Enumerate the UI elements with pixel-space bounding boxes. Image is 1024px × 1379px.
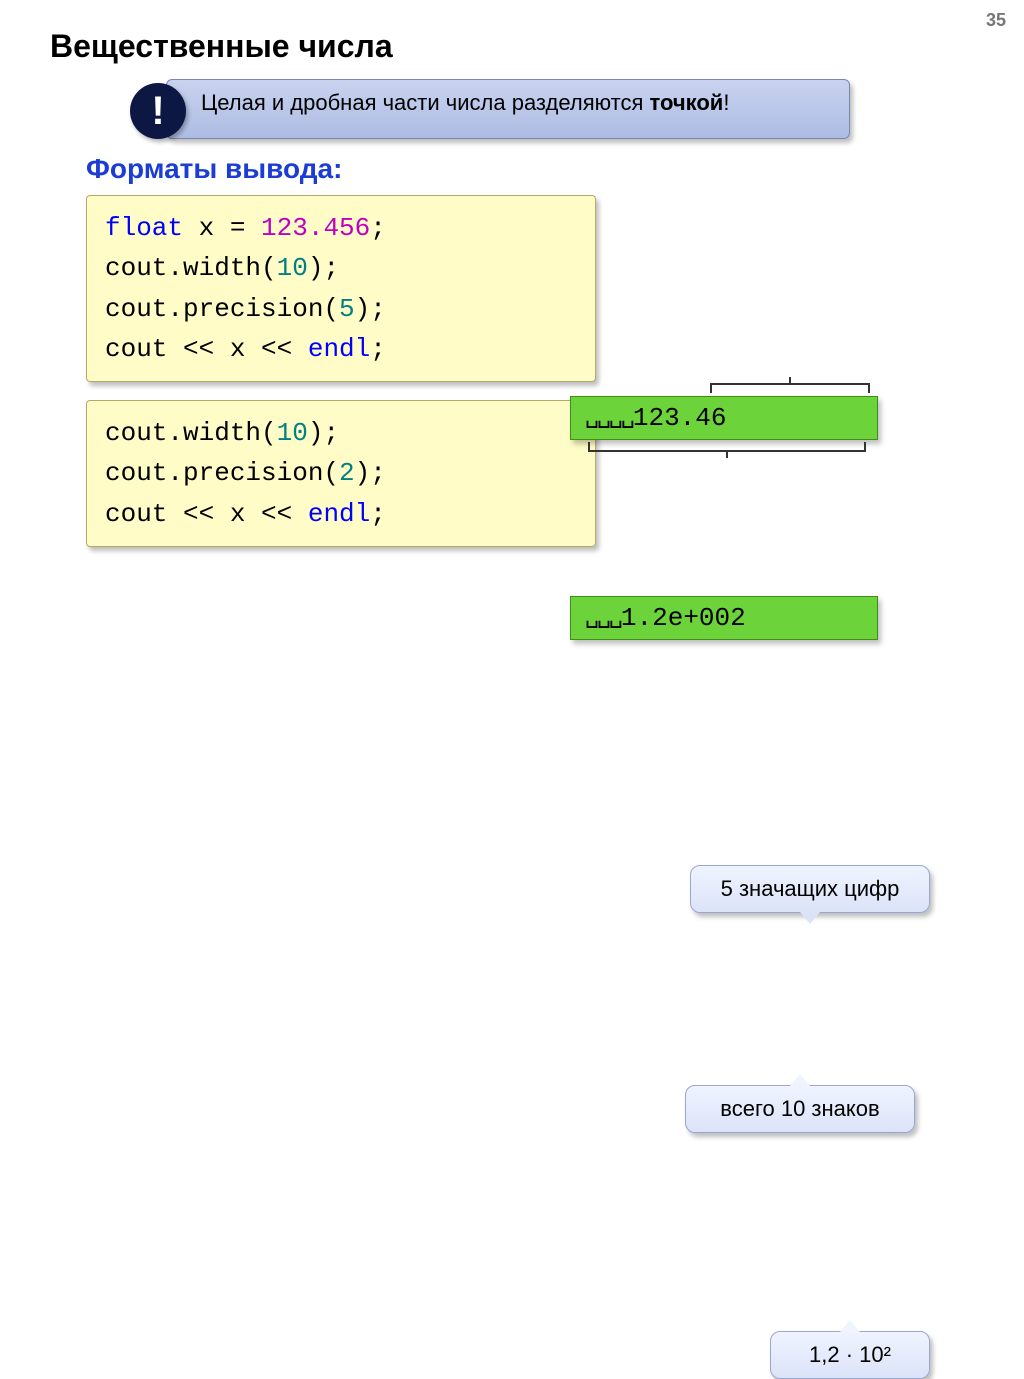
note-strong: точкой: [650, 90, 724, 115]
code-text: );: [308, 418, 339, 448]
note-text: Целая и дробная части числа разделяются: [201, 90, 650, 115]
code-text: cout << x <<: [105, 499, 308, 529]
callout-sig-digits: 5 значащих цифр: [690, 865, 930, 913]
code-text: cout.width(: [105, 418, 277, 448]
code-line: float x = 123.456;: [105, 208, 577, 248]
note-box: Целая и дробная части числа разделяются …: [166, 79, 850, 139]
output-box-2: ␣␣␣1.2e+002: [570, 596, 878, 640]
code-text: );: [308, 253, 339, 283]
code-block-2: cout.width(10); cout.precision(2); cout …: [86, 400, 596, 547]
code-text: cout.precision(: [105, 294, 339, 324]
subheading: Форматы вывода:: [86, 153, 974, 185]
code-arg: 10: [277, 418, 308, 448]
code-text: );: [355, 458, 386, 488]
code-text: x =: [183, 213, 261, 243]
callout-text: всего 10 знаков: [720, 1096, 879, 1121]
code-block-1: float x = 123.456; cout.width(10); cout.…: [86, 195, 596, 382]
callout-text: 1,2 · 10²: [809, 1342, 891, 1367]
code-line: cout.width(10);: [105, 248, 577, 288]
code-text: cout.width(: [105, 253, 277, 283]
code-keyword: endl: [308, 499, 370, 529]
code-text: ;: [370, 499, 386, 529]
code-arg: 5: [339, 294, 355, 324]
code-arg: 10: [277, 253, 308, 283]
note-exclaim: !: [723, 90, 729, 115]
space-icon: ␣␣␣: [585, 605, 621, 630]
output-box-1: ␣␣␣␣123.46: [570, 396, 878, 440]
callout-scientific: 1,2 · 10²: [770, 1331, 930, 1379]
code-text: cout.precision(: [105, 458, 339, 488]
exclaim-icon: !: [130, 83, 186, 139]
page-number: 35: [986, 10, 1006, 31]
bracket-icon: [710, 383, 870, 393]
code-line: cout.precision(5);: [105, 289, 577, 329]
code-text: ;: [370, 213, 386, 243]
code-text: );: [355, 294, 386, 324]
bracket-icon: [588, 442, 866, 452]
callout-text: 5 значащих цифр: [721, 876, 900, 901]
code-literal: 123.456: [261, 213, 370, 243]
note-row: ! Целая и дробная части числа разделяютс…: [130, 79, 850, 139]
space-icon: ␣␣␣␣: [585, 405, 633, 430]
output-value: 1.2e+002: [621, 603, 746, 633]
code-line: cout << x << endl;: [105, 329, 577, 369]
code-line: cout << x << endl;: [105, 494, 577, 534]
code-text: cout << x <<: [105, 334, 308, 364]
code-text: ;: [370, 334, 386, 364]
code-line: cout.width(10);: [105, 413, 577, 453]
code-keyword: endl: [308, 334, 370, 364]
page-title: Вещественные числа: [50, 28, 974, 65]
output-value: 123.46: [633, 403, 727, 433]
callout-total-chars: всего 10 знаков: [685, 1085, 915, 1133]
code-arg: 2: [339, 458, 355, 488]
code-keyword: float: [105, 213, 183, 243]
code-line: cout.precision(2);: [105, 453, 577, 493]
